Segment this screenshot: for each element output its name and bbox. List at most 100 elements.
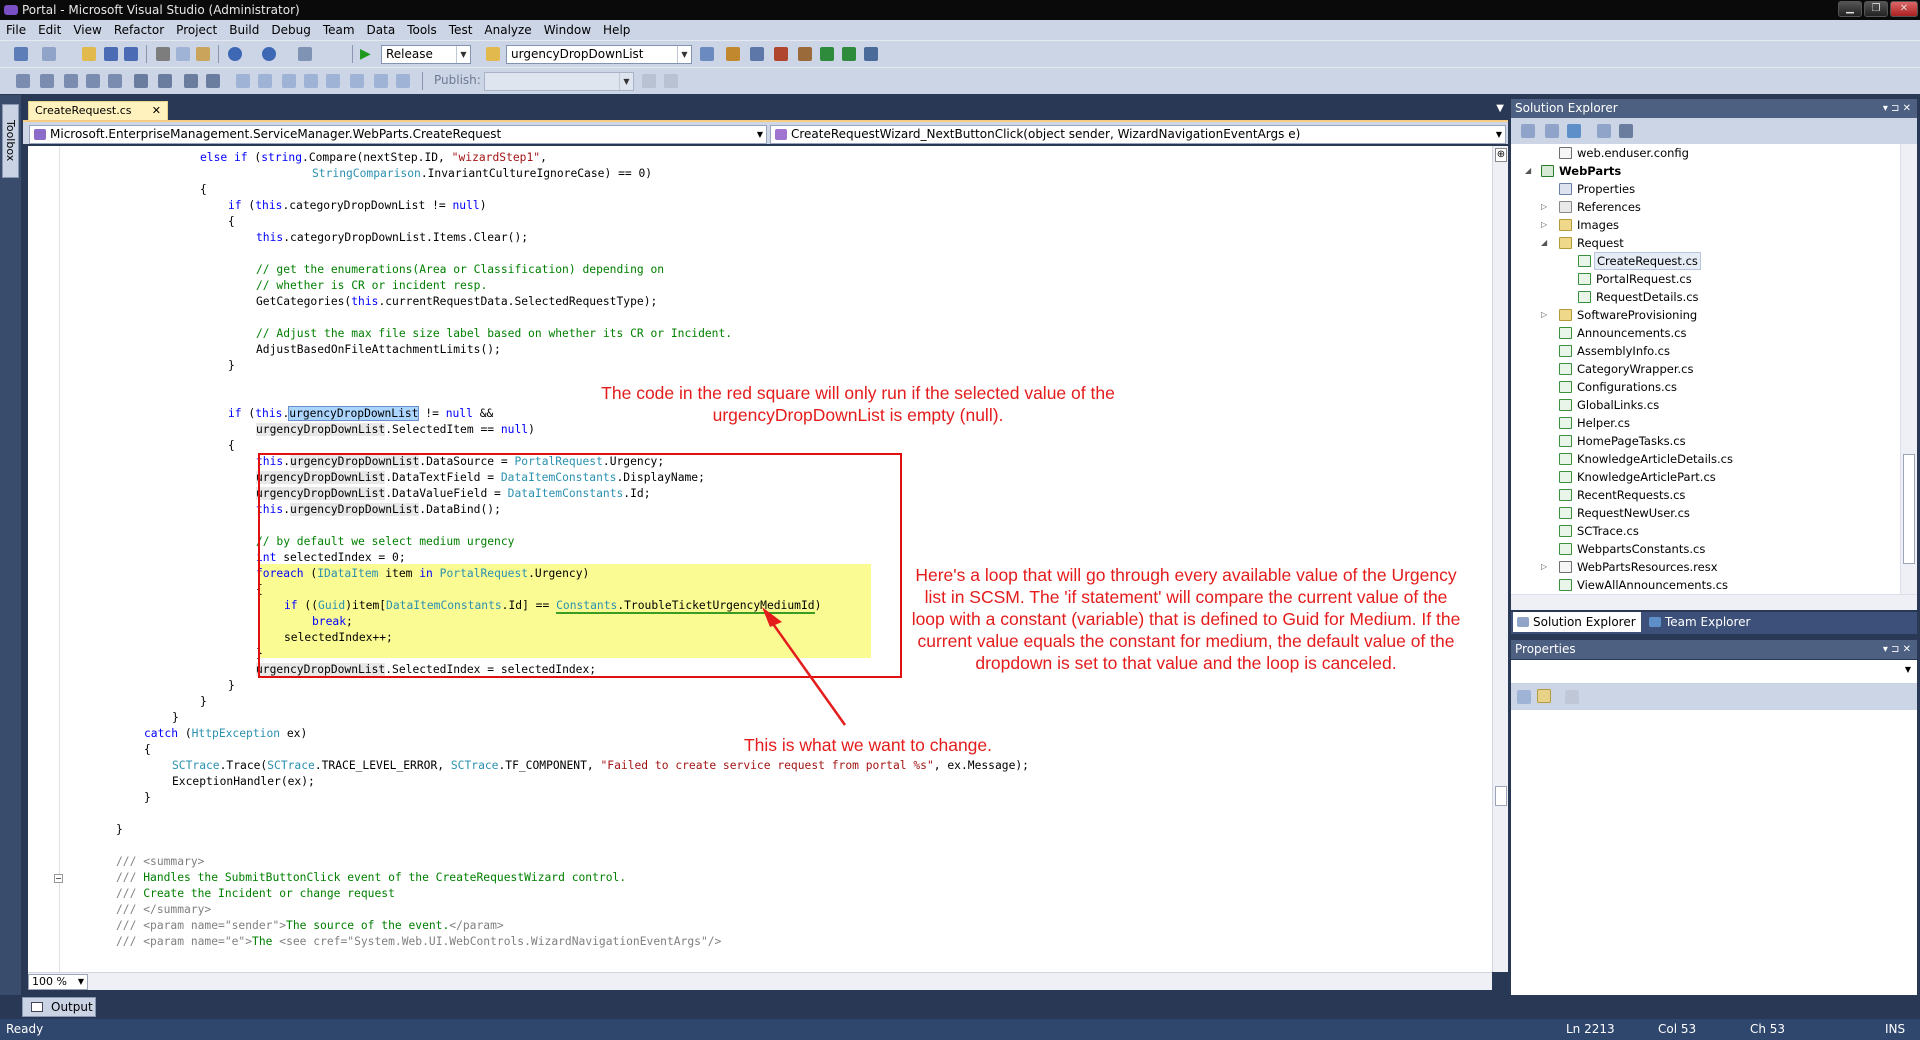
alphabetical-icon[interactable] (1537, 689, 1551, 703)
menu-build[interactable]: Build (223, 20, 265, 40)
annotation-arrow (762, 607, 847, 726)
editor-horizontal-scrollbar[interactable] (92, 975, 1482, 988)
save-all-icon[interactable] (124, 47, 138, 61)
tab-team-explorer[interactable]: Team Explorer (1645, 612, 1763, 632)
solution-explorer-scrollbar[interactable] (1900, 144, 1917, 594)
next-bookmark-document-icon[interactable] (396, 74, 410, 88)
indent-icon[interactable] (158, 74, 172, 88)
menu-tools[interactable]: Tools (401, 20, 443, 40)
menu-file[interactable]: File (0, 20, 32, 40)
output-tab[interactable]: Output (22, 997, 96, 1017)
previous-bookmark-icon[interactable] (258, 74, 272, 88)
solution-explorer-title-bar: Solution Explorer ▾ ⊐ ✕ (1511, 99, 1917, 118)
menu-test[interactable]: Test (443, 20, 479, 40)
comment-icon[interactable] (184, 74, 198, 88)
restore-button[interactable]: ❐ (1864, 1, 1888, 17)
toolbox-tab[interactable]: Toolbox (2, 104, 19, 178)
solution-explorer-icon[interactable] (726, 47, 740, 61)
pin-close-controls[interactable]: ▾ ⊐ ✕ (1883, 640, 1911, 659)
parameter-info-icon[interactable] (40, 74, 54, 88)
cs-file-icon (1559, 525, 1572, 537)
new-project-icon[interactable] (14, 47, 28, 61)
tab-createrequest-cs[interactable]: CreateRequest.cs ✕ (28, 101, 168, 120)
uncomment-icon[interactable] (206, 74, 220, 88)
undo-icon[interactable] (228, 47, 242, 61)
cs-file-icon (1559, 579, 1572, 591)
editor-vertical-scrollbar[interactable]: ⊕ (1492, 146, 1508, 972)
menu-view[interactable]: View (67, 20, 107, 40)
class-diagram-icon[interactable] (1619, 124, 1633, 138)
categorized-icon[interactable] (1517, 690, 1531, 704)
list-members-icon[interactable] (16, 74, 30, 88)
previous-bookmark-document-icon[interactable] (374, 74, 388, 88)
toolbox-icon[interactable] (798, 47, 812, 61)
close-tab-icon[interactable]: ✕ (152, 102, 161, 120)
member-combo[interactable]: CreateRequestWizard_NextButtonClick(obje… (770, 125, 1506, 144)
complete-word-icon[interactable] (86, 74, 100, 88)
menu-debug[interactable]: Debug (265, 20, 316, 40)
navigate-backward-icon[interactable] (298, 47, 312, 61)
show-all-files-icon[interactable] (1545, 124, 1559, 138)
find-icon[interactable] (700, 47, 714, 61)
add-item-icon[interactable] (42, 47, 56, 61)
scrollbar-thumb[interactable] (1495, 786, 1507, 806)
active-files-dropdown-icon[interactable]: ▼ (1496, 103, 1504, 114)
bookmark-folder-icon[interactable] (304, 74, 318, 88)
pin-close-controls[interactable]: ▾ ⊐ ✕ (1883, 99, 1911, 118)
find-in-files-icon[interactable] (486, 47, 500, 61)
cut-icon[interactable] (156, 47, 170, 61)
copy-icon[interactable] (176, 47, 190, 61)
open-file-icon[interactable] (82, 47, 96, 61)
next-bookmark-icon[interactable] (282, 74, 296, 88)
menu-project[interactable]: Project (170, 20, 223, 40)
publish-settings-icon[interactable] (664, 74, 678, 88)
refresh-icon[interactable] (1567, 124, 1581, 138)
menu-analyze[interactable]: Analyze (478, 20, 537, 40)
menu-data[interactable]: Data (361, 20, 402, 40)
publish-profile-combo[interactable]: ▼ (484, 72, 634, 91)
outdent-icon[interactable] (134, 74, 148, 88)
status-text: Ready (6, 1022, 44, 1036)
tab-label: CreateRequest.cs (35, 104, 132, 117)
split-window-icon[interactable]: ⊕ (1495, 148, 1507, 162)
save-icon[interactable] (104, 47, 118, 61)
class-combo[interactable]: Microsoft.EnterpriseManagement.ServiceMa… (29, 125, 767, 144)
quick-info-icon[interactable] (64, 74, 78, 88)
close-button[interactable]: ✕ (1890, 1, 1918, 17)
zoom-combo[interactable]: 100 % ▼ (28, 974, 88, 990)
start-page-icon[interactable] (820, 47, 834, 61)
next-bookmark-in-folder-icon[interactable] (326, 74, 340, 88)
scrollbar-thumb[interactable] (1903, 454, 1915, 564)
property-pages-icon[interactable] (1565, 690, 1579, 704)
object-browser-icon[interactable] (774, 47, 788, 61)
properties-window-icon[interactable] (750, 47, 764, 61)
properties-object-combo[interactable]: ▼ (1511, 660, 1917, 684)
menu-team[interactable]: Team (317, 20, 361, 40)
solution-explorer-horizontal-scrollbar[interactable] (1511, 594, 1917, 610)
menu-refactor[interactable]: Refactor (108, 20, 170, 40)
view-code-icon[interactable] (1597, 124, 1611, 138)
cs-file-icon (1559, 381, 1572, 393)
menu-edit[interactable]: Edit (32, 20, 67, 40)
command-window-icon[interactable] (864, 47, 878, 61)
minimize-button[interactable]: ▁ (1838, 1, 1862, 17)
clear-bookmarks-icon[interactable] (350, 74, 364, 88)
find-combo-value: urgencyDropDownList (511, 47, 644, 61)
menu-help[interactable]: Help (597, 20, 636, 40)
chevron-down-icon: ▼ (1495, 130, 1502, 139)
redo-icon[interactable] (262, 47, 276, 61)
bookmark-icon[interactable] (236, 74, 250, 88)
extension-manager-icon[interactable] (842, 47, 856, 61)
publish-web-icon[interactable] (642, 74, 656, 88)
paste-icon[interactable] (196, 47, 210, 61)
tree-item-label: Announcements.cs (1577, 326, 1687, 340)
solution-configuration-combo[interactable]: Release ▼ (381, 45, 471, 64)
find-combo[interactable]: urgencyDropDownList ▼ (506, 45, 692, 64)
code-editor[interactable]: − else if (string.Compare(nextStep.ID, "… (28, 146, 1492, 972)
format-icon[interactable] (108, 74, 122, 88)
class-combo-value: Microsoft.EnterpriseManagement.ServiceMa… (50, 127, 502, 141)
menu-window[interactable]: Window (538, 20, 597, 40)
tab-solution-explorer[interactable]: Solution Explorer (1513, 612, 1641, 632)
start-debugging-icon[interactable]: ▶ (360, 47, 374, 61)
properties-icon[interactable] (1521, 124, 1535, 138)
